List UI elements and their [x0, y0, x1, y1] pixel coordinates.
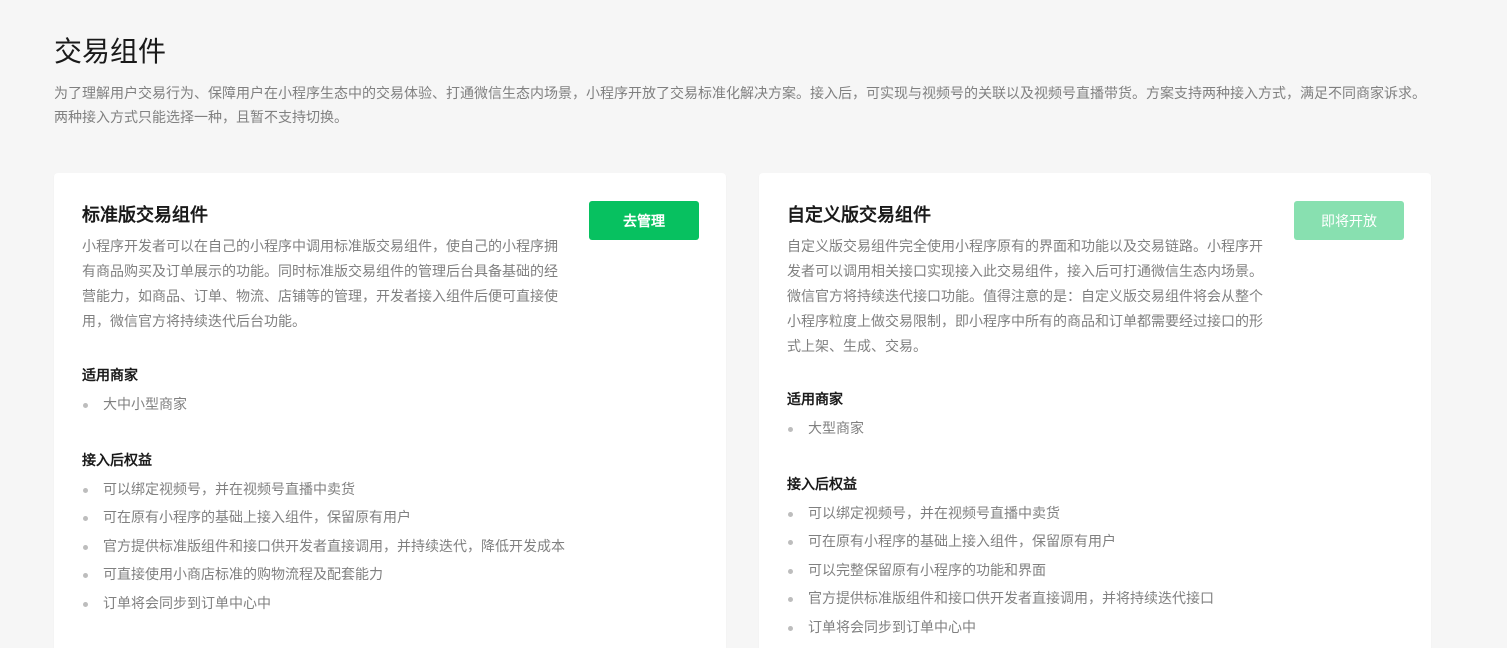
- section-title: 适用商家: [82, 368, 138, 384]
- coming-soon-button: 即将开放: [1294, 201, 1404, 240]
- list-item-text: 可以完整保留原有小程序的功能和界面: [808, 562, 1046, 579]
- list-item: 订单将会同步到订单中心中: [787, 614, 1407, 642]
- card-description: 自定义版交易组件完全使用小程序原有的界面和功能以及交易链路。小程序开发者可以调用…: [787, 239, 1263, 355]
- applicable-merchants-section: 适用商家 大中小型商家: [82, 365, 702, 419]
- bullet-icon: [83, 573, 88, 579]
- manage-button[interactable]: 去管理: [589, 201, 699, 240]
- custom-component-card: 自定义版交易组件 即将开放 自定义版交易组件完全使用小程序原有的界面和功能以及交…: [759, 173, 1431, 648]
- bullet-icon: [788, 625, 793, 631]
- list-item-text: 官方提供标准版组件和接口供开发者直接调用，并将持续迭代接口: [808, 591, 1214, 608]
- list-item-text: 官方提供标准版组件和接口供开发者直接调用，并持续迭代，降低开发成本: [103, 538, 565, 555]
- section-title: 适用商家: [787, 392, 843, 408]
- benefit-list: 可以绑定视频号，并在视频号直播中卖货 可在原有小程序的基础上接入组件，保留原有用…: [787, 500, 1407, 642]
- list-item-text: 订单将会同步到订单中心中: [103, 595, 271, 612]
- card-title: 自定义版交易组件: [787, 205, 931, 226]
- list-item: 大型商家: [787, 415, 1407, 443]
- bullet-icon: [788, 568, 793, 574]
- list-item-text: 可在原有小程序的基础上接入组件，保留原有用户: [808, 534, 1116, 551]
- list-item: 官方提供标准版组件和接口供开发者直接调用，并将持续迭代接口: [787, 585, 1407, 613]
- benefits-section: 接入后权益 可以绑定视频号，并在视频号直播中卖货 可在原有小程序的基础上接入组件…: [82, 450, 702, 618]
- list-item: 可以绑定视频号，并在视频号直播中卖货: [82, 476, 702, 504]
- list-item: 大中小型商家: [82, 391, 702, 419]
- list-item-text: 大型商家: [808, 421, 864, 437]
- page-description: 为了理解用户交易行为、保障用户在小程序生态中的交易体验、打通微信生态内场景，小程…: [54, 86, 1426, 126]
- list-item-text: 可在原有小程序的基础上接入组件，保留原有用户: [103, 510, 411, 527]
- bullet-icon: [83, 544, 88, 550]
- benefit-list: 可以绑定视频号，并在视频号直播中卖货 可在原有小程序的基础上接入组件，保留原有用…: [82, 476, 702, 618]
- list-item-text: 可直接使用小商店标准的购物流程及配套能力: [103, 567, 383, 584]
- list-item: 可在原有小程序的基础上接入组件，保留原有用户: [82, 504, 702, 532]
- merchant-list: 大中小型商家: [82, 391, 702, 419]
- list-item-text: 可以绑定视频号，并在视频号直播中卖货: [808, 506, 1060, 522]
- merchant-list: 大型商家: [787, 415, 1407, 443]
- bullet-icon: [83, 403, 88, 408]
- section-title: 接入后权益: [787, 477, 857, 493]
- list-item: 可以完整保留原有小程序的功能和界面: [787, 557, 1407, 585]
- standard-component-card: 标准版交易组件 去管理 小程序开发者可以在自己的小程序中调用标准版交易组件，使自…: [54, 173, 726, 648]
- list-item-text: 可以绑定视频号，并在视频号直播中卖货: [103, 482, 355, 498]
- card-description: 小程序开发者可以在自己的小程序中调用标准版交易组件，使自己的小程序拥有商品购买及…: [82, 239, 558, 330]
- section-title: 接入后权益: [82, 453, 152, 469]
- list-item: 可在原有小程序的基础上接入组件，保留原有用户: [787, 528, 1407, 556]
- bullet-icon: [788, 512, 793, 517]
- list-item-text: 订单将会同步到订单中心中: [808, 619, 976, 636]
- bullet-icon: [83, 516, 88, 522]
- list-item-text: 大中小型商家: [103, 397, 187, 413]
- applicable-merchants-section: 适用商家 大型商家: [787, 389, 1407, 443]
- benefits-section: 接入后权益 可以绑定视频号，并在视频号直播中卖货 可在原有小程序的基础上接入组件…: [787, 474, 1407, 642]
- list-item: 可直接使用小商店标准的购物流程及配套能力: [82, 561, 702, 589]
- bullet-icon: [788, 597, 793, 603]
- bullet-icon: [788, 427, 793, 432]
- page: 交易组件 为了理解用户交易行为、保障用户在小程序生态中的交易体验、打通微信生态内…: [0, 0, 1507, 648]
- bullet-icon: [83, 488, 88, 493]
- bullet-icon: [788, 540, 793, 546]
- list-item: 官方提供标准版组件和接口供开发者直接调用，并持续迭代，降低开发成本: [82, 533, 702, 561]
- card-title: 标准版交易组件: [82, 205, 208, 226]
- page-title: 交易组件: [54, 35, 167, 68]
- bullet-icon: [83, 601, 88, 607]
- list-item: 订单将会同步到订单中心中: [82, 590, 702, 618]
- list-item: 可以绑定视频号，并在视频号直播中卖货: [787, 500, 1407, 528]
